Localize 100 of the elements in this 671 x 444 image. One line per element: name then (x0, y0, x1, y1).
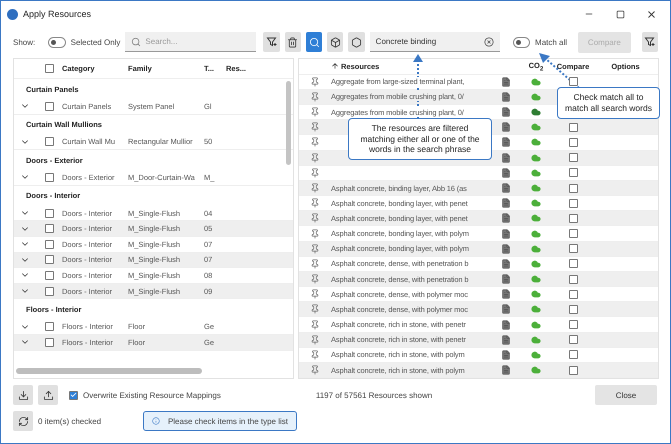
cube-icon (330, 36, 341, 48)
document-icon[interactable] (501, 92, 511, 102)
row-checkbox[interactable] (44, 270, 54, 280)
search-button[interactable] (306, 32, 322, 52)
search-icon (131, 37, 142, 47)
pin-icon (310, 258, 320, 269)
document-icon[interactable] (501, 320, 511, 330)
compare-checkbox[interactable] (568, 122, 578, 132)
row-checkbox[interactable] (44, 322, 54, 332)
compare-checkbox[interactable] (568, 244, 578, 254)
match-all-label: Match all (535, 38, 568, 46)
document-icon[interactable] (501, 168, 511, 178)
refresh-icon (18, 416, 28, 426)
filter-button[interactable] (642, 32, 658, 52)
pin-icon (310, 365, 320, 376)
compare-checkbox[interactable] (568, 198, 578, 208)
pin-icon (310, 168, 320, 178)
document-icon[interactable] (501, 304, 511, 314)
search-icon (308, 36, 320, 48)
compare-checkbox[interactable] (568, 304, 578, 314)
download-button[interactable] (13, 385, 33, 405)
row-checkbox[interactable] (44, 338, 54, 347)
filter-add-icon (644, 36, 656, 48)
document-icon[interactable] (501, 228, 511, 239)
compare-checkbox[interactable] (568, 274, 578, 284)
show-label: Show: (13, 38, 36, 46)
filter-add-button[interactable] (263, 32, 280, 52)
document-icon[interactable] (501, 365, 511, 376)
checked-count: 0 item(s) checked (38, 416, 102, 426)
compare-checkbox[interactable] (568, 168, 578, 178)
row-checkbox[interactable] (44, 224, 54, 234)
pin-icon (310, 289, 320, 300)
resource-count: 1197 of 57561 Resources shown (316, 390, 434, 400)
clear-icon (484, 37, 494, 47)
pin-icon (310, 350, 320, 360)
pin-icon (310, 228, 320, 239)
document-icon[interactable] (501, 350, 511, 360)
horizontal-scrollbar[interactable] (16, 368, 202, 374)
document-icon[interactable] (501, 274, 511, 284)
vertical-scrollbar[interactable] (286, 81, 291, 165)
compare-checkbox[interactable] (568, 290, 578, 299)
refresh-button[interactable] (13, 411, 33, 431)
delete-button[interactable] (284, 32, 301, 52)
row-checkbox[interactable] (44, 286, 54, 296)
compare-checkbox[interactable] (568, 184, 578, 192)
select-all-checkbox[interactable] (44, 64, 54, 73)
document-icon[interactable] (501, 152, 511, 163)
search-field[interactable]: Search... (125, 32, 256, 52)
overwrite-checkbox[interactable] (69, 390, 78, 400)
row-checkbox[interactable] (44, 255, 54, 264)
row-checkbox[interactable] (44, 137, 54, 146)
pin-icon (310, 152, 320, 163)
resource-search-field[interactable]: Concrete binding (370, 32, 500, 52)
compare-checkbox[interactable] (568, 153, 578, 162)
document-icon[interactable] (501, 289, 511, 300)
pin-icon (310, 198, 320, 208)
document-icon[interactable] (501, 76, 511, 87)
pin-icon (310, 244, 320, 254)
document-icon[interactable] (501, 198, 511, 208)
compare-checkbox[interactable] (568, 214, 578, 223)
row-checkbox[interactable] (44, 172, 54, 182)
row-checkbox[interactable] (44, 102, 54, 111)
pin-icon (310, 213, 320, 224)
compare-checkbox[interactable] (568, 259, 578, 268)
document-icon[interactable] (501, 183, 511, 193)
document-icon[interactable] (501, 258, 511, 269)
pin-icon (310, 320, 320, 330)
pin-icon (310, 92, 320, 102)
document-icon[interactable] (501, 122, 511, 132)
match-all-toggle[interactable] (512, 36, 530, 48)
document-icon[interactable] (501, 213, 511, 224)
upload-button[interactable] (38, 385, 58, 405)
upload-icon (42, 390, 54, 400)
cube-button[interactable] (327, 32, 344, 52)
download-icon (18, 390, 28, 400)
compare-checkbox[interactable] (568, 138, 578, 147)
callout-note: Check match all to match all search words (557, 87, 660, 119)
document-icon[interactable] (501, 137, 511, 148)
row-checkbox[interactable] (44, 240, 54, 249)
row-checkbox[interactable] (44, 208, 54, 218)
hexagon-button[interactable] (348, 32, 365, 52)
compare-checkbox[interactable] (568, 77, 578, 86)
document-icon[interactable] (501, 107, 511, 118)
compare-checkbox[interactable] (568, 229, 578, 238)
compare-checkbox[interactable] (568, 366, 578, 375)
compare-checkbox[interactable] (568, 320, 578, 330)
document-icon[interactable] (501, 334, 511, 345)
pin-icon (310, 183, 320, 193)
document-icon[interactable] (501, 244, 511, 254)
selected-only-toggle[interactable] (48, 36, 66, 48)
info-text: Please check items in the type list (168, 416, 288, 426)
compare-checkbox[interactable] (568, 350, 578, 360)
close-button[interactable]: Close (595, 385, 657, 405)
compare-checkbox[interactable] (568, 335, 578, 344)
overwrite-label: Overwrite Existing Resource Mappings (83, 390, 221, 400)
filter-add-icon (266, 36, 278, 48)
pin-icon (310, 76, 320, 87)
pin-icon (310, 274, 320, 284)
hexagon-icon (351, 36, 362, 48)
window-title: Apply Resources (23, 9, 92, 19)
